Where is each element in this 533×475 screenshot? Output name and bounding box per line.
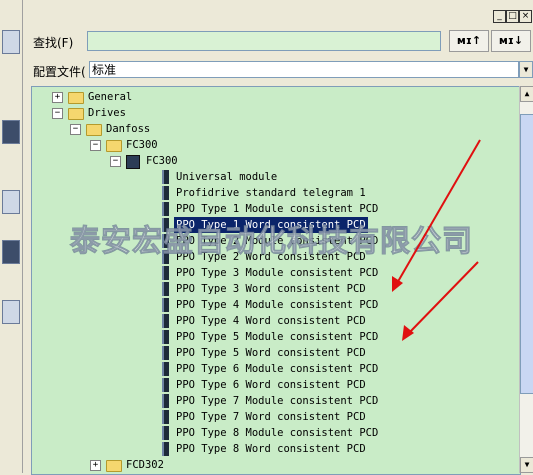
annotation-arrow xyxy=(395,139,481,286)
annotation-arrow xyxy=(407,261,479,335)
annotation-arrowhead xyxy=(392,276,403,292)
annotation-arrows xyxy=(392,139,481,341)
annotation-arrowhead xyxy=(402,325,414,341)
